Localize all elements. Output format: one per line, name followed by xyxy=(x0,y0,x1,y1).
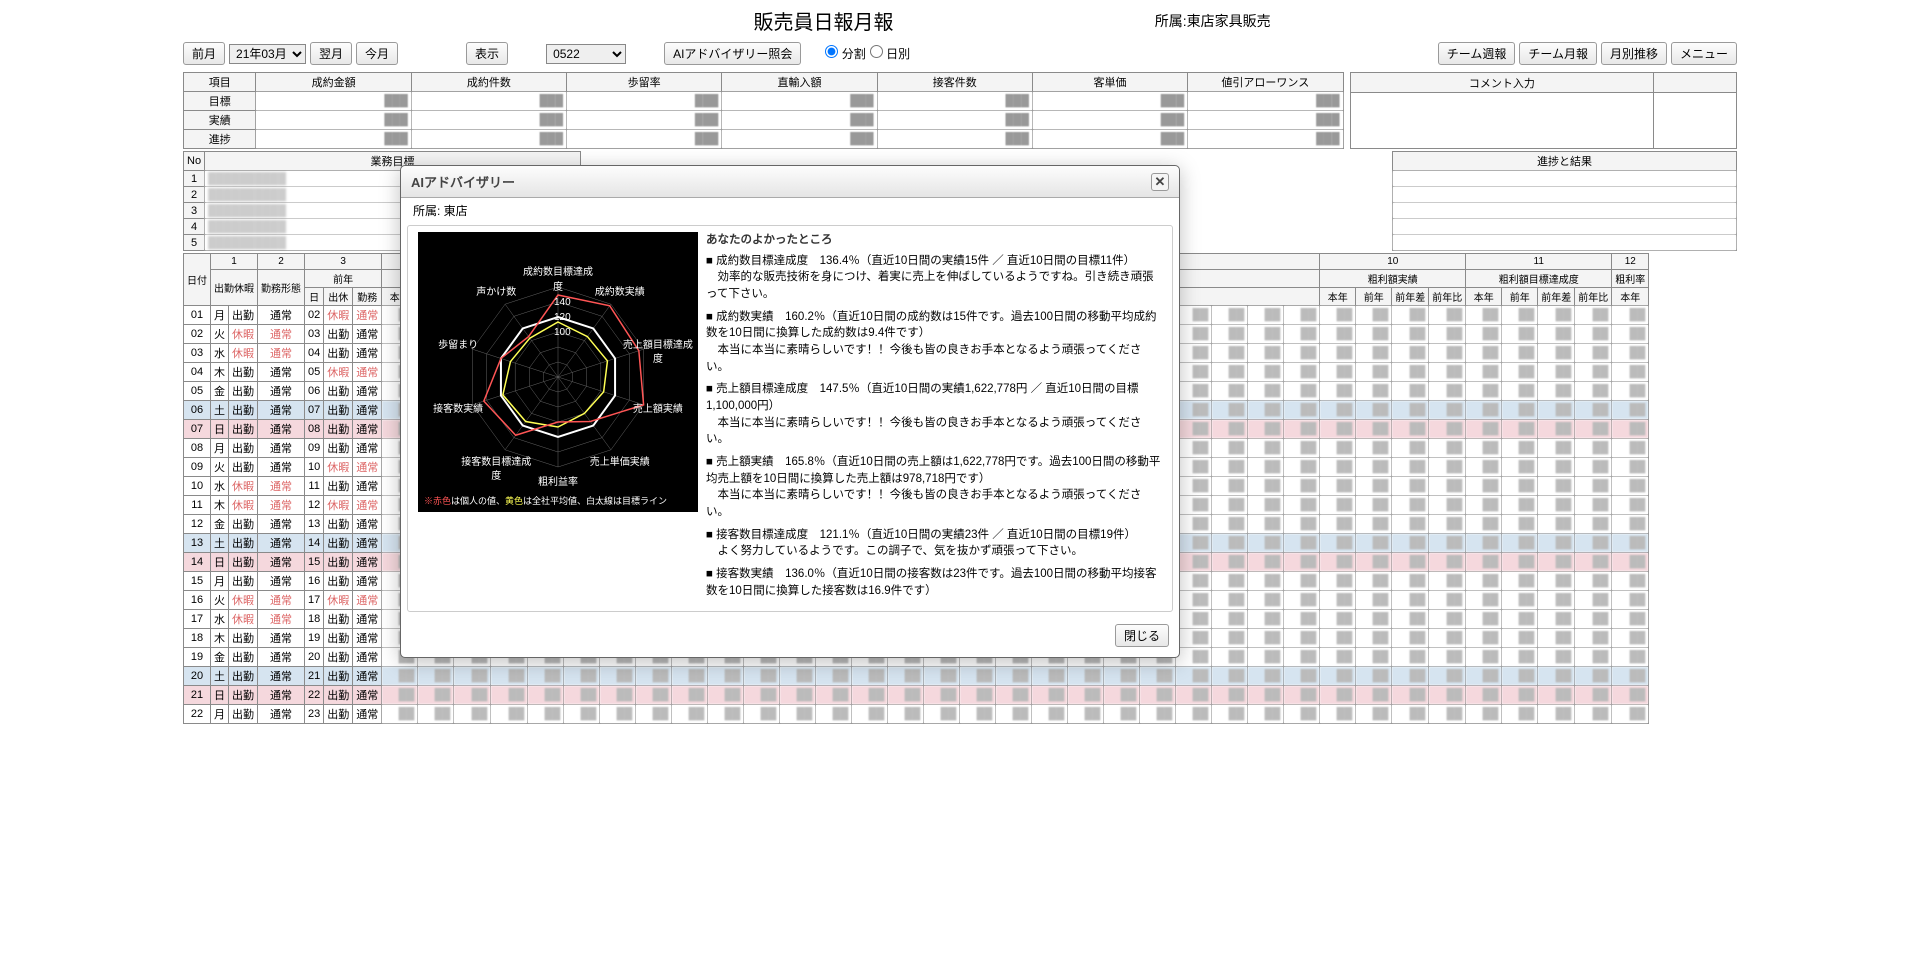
employee-select[interactable]: 0522 xyxy=(546,44,626,64)
monthly-trend-button[interactable]: 月別推移 xyxy=(1601,42,1667,65)
ai-advisory-button[interactable]: AIアドバイザリー照会 xyxy=(664,42,801,65)
ai-advisory-modal: AIアドバイザリー ✕ 所属: 東店 成約数目標達成度成約数実績売上額目標達成度… xyxy=(400,165,1180,658)
modal-subtitle: 所属: 東店 xyxy=(413,202,1167,219)
modal-title: AIアドバイザリー xyxy=(411,172,515,191)
this-month-button[interactable]: 今月 xyxy=(356,42,398,65)
close-icon: ✕ xyxy=(1155,174,1166,190)
comment-table: コメント入力 xyxy=(1350,72,1738,149)
advice-heading: あなたのよかったところ xyxy=(706,232,1162,249)
table-row[interactable]: 21日出勤通常22出勤通常███████████████████████████… xyxy=(184,686,1649,705)
view-daily-radio[interactable]: 日別 xyxy=(870,45,910,62)
page-title: 販売員日報月報 xyxy=(532,6,1114,35)
radar-legend: ※赤色は個人の値、黄色は全社平均値、白太線は目標ライン xyxy=(424,495,692,508)
next-month-button[interactable]: 翌月 xyxy=(310,42,352,65)
advice-list: ■ 成約数目標達成度 136.4％（直近10日間の実績15件 ／ 直近10日間の… xyxy=(706,253,1162,600)
modal-close-btn[interactable]: 閉じる xyxy=(1115,624,1169,647)
results-table: 進捗と結果 xyxy=(1392,151,1737,251)
table-row[interactable]: 22月出勤通常23出勤通常███████████████████████████… xyxy=(184,705,1649,724)
team-month-button[interactable]: チーム月報 xyxy=(1519,42,1597,65)
menu-button[interactable]: メニュー xyxy=(1671,42,1737,65)
summary-table: 項目成約金額成約件数歩留率直輸入額接客件数客単価値引アローワンス 目標█████… xyxy=(183,72,1344,149)
show-button[interactable]: 表示 xyxy=(466,42,508,65)
view-split-radio[interactable]: 分割 xyxy=(825,45,865,62)
modal-close-button[interactable]: ✕ xyxy=(1151,173,1169,191)
toolbar: 前月 21年03月 翌月 今月 表示 0522 AIアドバイザリー照会 分割 日… xyxy=(183,39,1737,68)
prev-month-button[interactable]: 前月 xyxy=(183,42,225,65)
table-row[interactable]: 20土出勤通常21出勤通常███████████████████████████… xyxy=(184,667,1649,686)
team-week-button[interactable]: チーム週報 xyxy=(1438,42,1516,65)
month-select[interactable]: 21年03月 xyxy=(229,44,306,64)
affiliation-label: 所属:東店家具販売 xyxy=(1115,11,1737,31)
comment-input[interactable] xyxy=(1350,93,1654,149)
radar-chart: 成約数目標達成度成約数実績売上額目標達成度売上額実績売上単価実績粗利益率接客数目… xyxy=(418,232,698,512)
